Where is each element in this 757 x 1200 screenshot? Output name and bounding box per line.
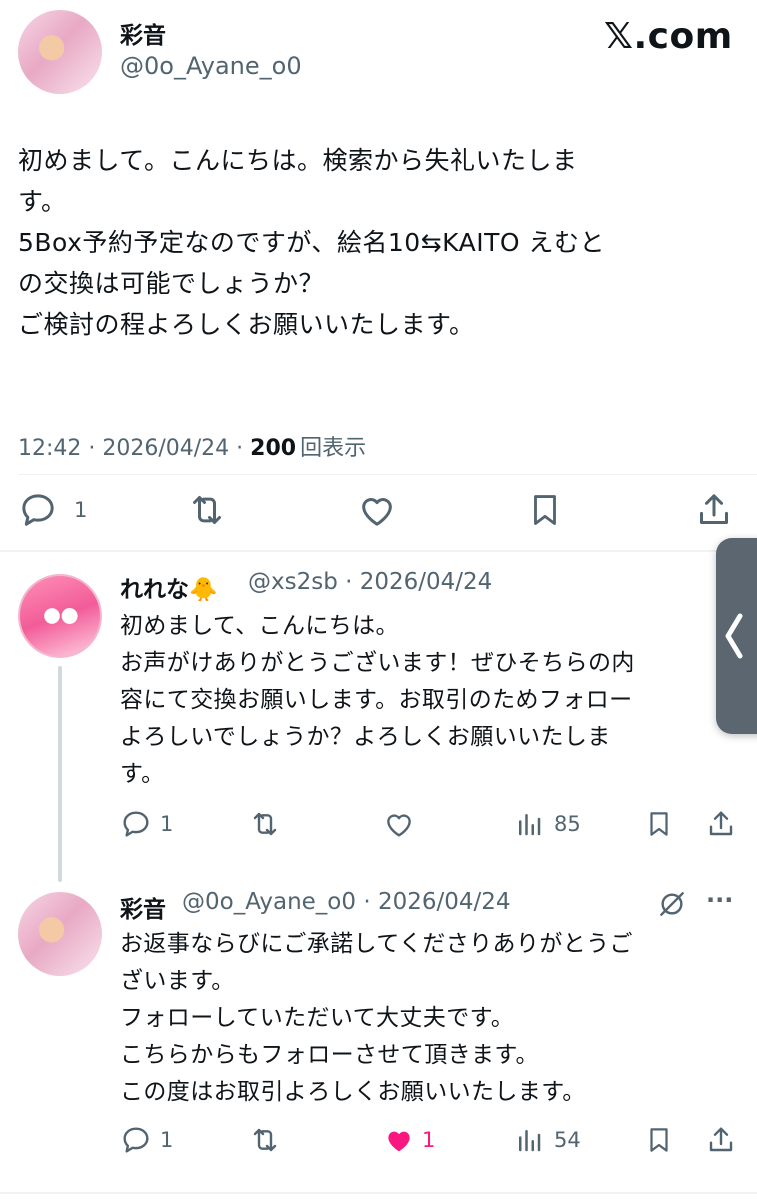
thread-line [58, 666, 62, 882]
like-count: 1 [422, 1128, 436, 1152]
reply-author-name[interactable]: れれな🐥 [120, 570, 218, 604]
author-name[interactable]: 彩音 [120, 16, 166, 50]
repost-icon[interactable] [248, 1124, 282, 1156]
reply-line: す。 [120, 761, 165, 787]
reply-line: お返事ならびにご承諾してくださりありがとうご [120, 931, 633, 957]
reply-line: フォローしていただいて大丈夫です。 [120, 1005, 515, 1031]
reply-text: お返事ならびにご承諾してくださりありがとうご ざいます。 フォローしていただいて… [120, 926, 720, 1111]
reply-text: 初めまして、こんにちは。 お声がけありがとうございます！ぜひそちらの内 容にて交… [120, 608, 720, 793]
more-options-icon[interactable]: ··· [706, 886, 733, 914]
bookmark-icon[interactable] [526, 490, 564, 530]
views-icon[interactable] [514, 1124, 544, 1156]
post-line: ご検討の程よろしくお願いいたします。 [18, 310, 475, 339]
repost-icon[interactable] [186, 490, 228, 530]
x-brand-logo: 𝕏.com [604, 16, 733, 57]
divider [0, 1192, 757, 1194]
reply-count: 1 [160, 812, 174, 836]
reply-icon[interactable] [120, 1124, 152, 1156]
reply-line: こちらからもフォローさせて頂きます。 [120, 1042, 539, 1068]
reply-author-handle[interactable]: @xs2sb · 2026/04/24 [248, 569, 492, 595]
divider [0, 550, 757, 552]
side-panel-tab[interactable] [716, 538, 757, 734]
reply-icon[interactable] [18, 490, 58, 530]
reply-avatar[interactable] [18, 574, 102, 658]
bookmark-icon[interactable] [644, 808, 674, 840]
reply-line: お声がけありがとうございます！ぜひそちらの内 [120, 650, 635, 676]
reply-line: よろしいでしょうか？よろしくお願いいたしま [120, 724, 611, 750]
post-text: 初めまして。こんにちは。検索から失礼いたしま す。 5Box予約予定なのですが、… [18, 140, 718, 345]
reply-count: 1 [160, 1128, 174, 1152]
views-icon[interactable] [514, 808, 544, 840]
share-icon[interactable] [704, 1124, 738, 1156]
reply-line: 初めまして、こんにちは。 [120, 613, 399, 639]
views-count: 54 [554, 1128, 581, 1152]
author-handle[interactable]: @0o_Ayane_o0 [120, 52, 302, 80]
views-count: 85 [554, 812, 581, 836]
reply-author-name[interactable]: 彩音 [120, 890, 166, 924]
liked-heart-icon[interactable] [382, 1124, 416, 1156]
share-icon[interactable] [694, 490, 734, 530]
author-avatar[interactable] [18, 10, 102, 94]
reply-line: ざいます。 [120, 968, 235, 994]
repost-icon[interactable] [248, 808, 282, 840]
post-line: す。 [18, 187, 67, 216]
like-icon[interactable] [356, 490, 398, 530]
post-meta: 12:42 · 2026/04/24 · 200 回表示 [18, 430, 366, 462]
post-line: 5Box予約予定なのですが、絵名10⇆KAITO えむと [18, 228, 605, 257]
reply-line: 容にて交換お願いします。お取引のためフォロー [120, 687, 633, 713]
reply-avatar[interactable] [18, 892, 102, 976]
reply-icon[interactable] [120, 808, 152, 840]
grok-icon[interactable] [656, 888, 688, 920]
reply-count: 1 [74, 498, 88, 522]
post-time[interactable]: 12:42 · 2026/04/24 · [18, 436, 250, 461]
like-icon[interactable] [382, 808, 416, 840]
post-line: の交換は可能でしょうか？ [18, 269, 325, 298]
bookmark-icon[interactable] [644, 1124, 674, 1156]
views-label: 回表示 [300, 436, 367, 461]
post-line: 初めまして。こんにちは。検索から失礼いたしま [18, 146, 578, 175]
views-count: 200 [250, 436, 297, 461]
divider [18, 474, 757, 475]
reply-author-handle[interactable]: @0o_Ayane_o0 · 2026/04/24 [182, 889, 511, 915]
reply-line: この度はお取引よろしくお願いいたします。 [120, 1079, 586, 1105]
share-icon[interactable] [704, 808, 738, 840]
chevron-left-icon [722, 610, 746, 666]
